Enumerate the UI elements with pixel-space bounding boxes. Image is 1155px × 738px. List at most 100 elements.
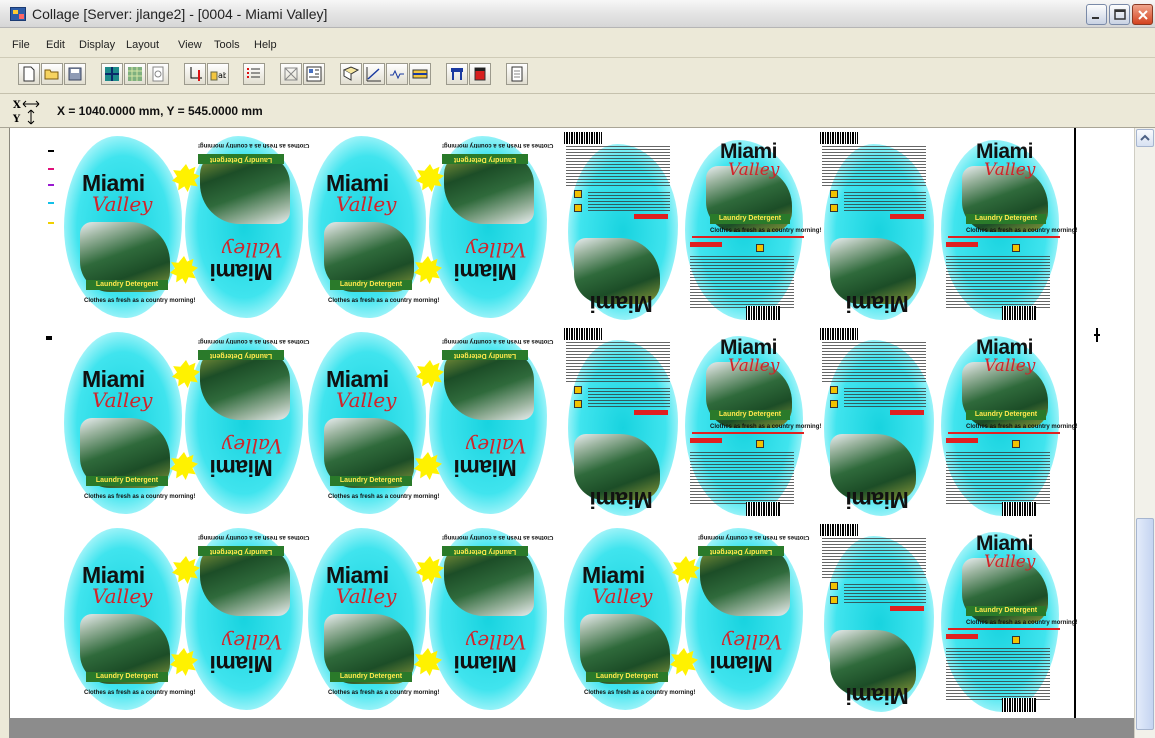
maximize-button[interactable] xyxy=(1109,4,1130,25)
label-tile-back[interactable]: Miami Miami Valley Laundry Detergent Clothes… xyxy=(560,130,821,326)
label-tile-front[interactable]: Miami Valley Miami Valley Laundry Detergent L… xyxy=(304,130,554,326)
label-tile-front[interactable]: Miami Valley Miami Valley Laundry Detergent L… xyxy=(304,522,554,718)
menu-view[interactable]: View xyxy=(178,39,202,51)
menu-tools[interactable]: Tools xyxy=(214,39,240,51)
directions-text xyxy=(844,192,926,212)
barcode-top xyxy=(820,524,858,536)
save-button[interactable] xyxy=(64,63,86,85)
brand-name-right: Miami xyxy=(454,455,517,481)
barcode-bottom xyxy=(746,502,780,516)
pattern-icon xyxy=(128,67,142,81)
divider-red xyxy=(948,432,1060,434)
text-fields-icon: ab xyxy=(210,71,226,81)
menu-help[interactable]: Help xyxy=(254,39,277,51)
text-fields-button[interactable]: ab xyxy=(207,63,229,85)
brand-name-right: Miami xyxy=(210,259,273,285)
export-button[interactable] xyxy=(446,63,468,85)
product-ribbon-left: Laundry Detergent xyxy=(330,672,412,682)
label-tile-front[interactable]: Miami Valley Miami Valley Laundry Detergent L… xyxy=(560,522,810,718)
line-chart-button[interactable] xyxy=(363,63,385,85)
label-tile-front[interactable]: Miami Valley Miami Valley Laundry Detergent L… xyxy=(60,522,310,718)
divider-red xyxy=(692,432,804,434)
product-ribbon-right: Laundry Detergent xyxy=(198,154,284,164)
list-button[interactable] xyxy=(243,63,265,85)
open-folder-icon xyxy=(44,69,59,80)
close-button[interactable] xyxy=(1132,4,1153,25)
label-tile-front[interactable]: Miami Valley Miami Valley Laundry Detergent L… xyxy=(60,326,310,522)
image-button[interactable] xyxy=(340,63,362,85)
tagline-left: Clothes as fresh as a country morning! xyxy=(328,494,440,500)
minimize-button[interactable] xyxy=(1086,4,1107,25)
preview-button[interactable] xyxy=(147,63,169,85)
chevron-up-icon xyxy=(1140,134,1150,141)
crop-marks-button[interactable] xyxy=(184,63,206,85)
brand-name-flipped: Miami xyxy=(590,487,653,513)
tagline-right: Clothes as fresh as a country morning! xyxy=(198,142,310,148)
page-button[interactable] xyxy=(506,63,528,85)
toolbar: ab xyxy=(0,58,1155,94)
label-photo-right xyxy=(200,154,290,224)
product-ribbon-left: Laundry Detergent xyxy=(586,672,668,682)
barcode-bottom xyxy=(1002,698,1036,712)
frame-button[interactable] xyxy=(280,63,302,85)
grid-button[interactable] xyxy=(101,63,123,85)
brand-script-right: Valley xyxy=(466,630,527,654)
color-bucket-icon xyxy=(474,67,486,81)
wave-chart-button[interactable] xyxy=(386,63,408,85)
product-ribbon: Laundry Detergent xyxy=(966,410,1046,420)
list-icon xyxy=(247,68,260,78)
scroll-up-button[interactable] xyxy=(1136,129,1154,147)
product-ribbon-left: Laundry Detergent xyxy=(330,476,412,486)
brand-script: Valley xyxy=(728,356,780,376)
pattern-button[interactable] xyxy=(124,63,146,85)
page-icon xyxy=(511,66,523,82)
brand-script: Valley xyxy=(728,160,780,180)
cursor-coordinates: X = 1040.0000 mm, Y = 545.0000 mm xyxy=(57,104,263,118)
menu-display[interactable]: Display xyxy=(79,39,115,51)
directions-text xyxy=(588,388,670,408)
coordinate-bar: X Y X = 1040.0000 mm, Y = 545.0000 mm xyxy=(0,94,1155,128)
brand-script-left: Valley xyxy=(92,584,153,608)
warnings-text xyxy=(946,648,1050,700)
product-ribbon-left: Laundry Detergent xyxy=(330,280,412,290)
divider-red xyxy=(948,236,1060,238)
product-ribbon-right: Laundry Detergent xyxy=(442,154,528,164)
open-button[interactable] xyxy=(41,63,63,85)
brand-script-left: Valley xyxy=(336,584,397,608)
menu-layout[interactable]: Layout xyxy=(126,39,159,51)
brand-script: Valley xyxy=(984,552,1036,572)
label-tile-front[interactable]: Miami Valley Miami Valley Laundry Detergent L… xyxy=(60,130,310,326)
warning-icon xyxy=(830,190,838,198)
label-tile-front[interactable]: Miami Valley Miami Valley Laundry Detergent L… xyxy=(304,326,554,522)
tagline-right: Clothes as fresh as a country morning! xyxy=(442,534,554,540)
menu-edit[interactable]: Edit xyxy=(46,39,65,51)
warning-strip xyxy=(890,410,924,415)
scroll-thumb[interactable] xyxy=(1136,518,1154,730)
maximize-icon xyxy=(1114,9,1126,20)
layout-button[interactable] xyxy=(303,63,325,85)
brand-script-right: Valley xyxy=(466,238,527,262)
layout-canvas[interactable]: Miami Valley Miami Valley Laundry Detergent L… xyxy=(9,128,1134,718)
brand-script-left: Valley xyxy=(592,584,653,608)
tagline: Clothes as fresh as a country morning! xyxy=(966,228,1078,234)
barcode-top xyxy=(564,132,602,144)
collage-app-icon[interactable] xyxy=(10,7,26,21)
vertical-scrollbar[interactable] xyxy=(1134,128,1155,738)
new-document-button[interactable] xyxy=(18,63,40,85)
warning-icon xyxy=(574,386,582,394)
label-tile-back[interactable]: Miami Miami Valley Laundry Detergent Clothes… xyxy=(560,326,821,522)
brand-script-right: Valley xyxy=(222,630,283,654)
menu-file[interactable]: File xyxy=(12,39,30,51)
color-bucket-button[interactable] xyxy=(469,63,491,85)
label-tile-back[interactable]: Miami Miami Valley Laundry Detergent Clothes… xyxy=(816,326,1077,522)
tagline-left: Clothes as fresh as a country morning! xyxy=(84,690,196,696)
label-tile-back[interactable]: Miami Miami Valley Laundry Detergent Clothes… xyxy=(816,522,1077,718)
brand-name-right: Miami xyxy=(710,651,773,677)
registration-mark xyxy=(46,336,52,340)
svg-text:ab: ab xyxy=(218,71,226,80)
registration-mark xyxy=(48,168,54,170)
warning-strip xyxy=(946,438,978,443)
ruler-button[interactable] xyxy=(409,63,431,85)
label-tile-back[interactable]: Miami Miami Valley Laundry Detergent Clothes… xyxy=(816,130,1077,326)
warnings-text xyxy=(690,256,794,308)
